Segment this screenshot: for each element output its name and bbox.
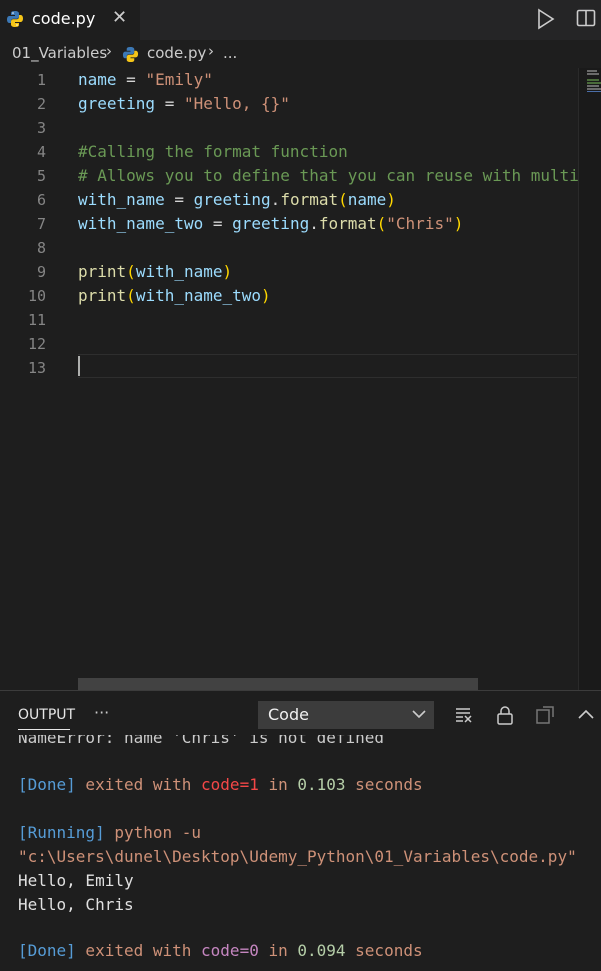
code-comment: #Calling the format function <box>78 142 348 161</box>
breadcrumb-folder[interactable]: 01_Variables <box>12 44 107 62</box>
code-comment: # Allows you to define that you can reus… <box>78 166 578 185</box>
output-channel-select[interactable]: Code <box>258 701 434 729</box>
minimap-line <box>587 73 599 75</box>
line-number: 1 <box>36 71 46 89</box>
close-icon[interactable]: ✕ <box>112 7 127 28</box>
minimap-line <box>587 79 599 81</box>
code-line: with_name_two = greeting.format("Chris") <box>78 214 464 233</box>
output-line: [Done] exited with code=1 in 0.103 secon… <box>18 775 423 794</box>
minimap-line <box>587 91 601 92</box>
code-line: name = "Emily" <box>78 70 213 89</box>
python-file-icon <box>122 46 139 63</box>
code-line: with_name = greeting.format(name) <box>78 190 396 209</box>
output-line: Hello, Emily <box>18 871 134 890</box>
line-number: 10 <box>27 287 46 305</box>
output-line: "c:\Users\dunel\Desktop\Udemy_Python\01_… <box>18 847 577 866</box>
line-number: 4 <box>36 143 46 161</box>
minimap[interactable] <box>578 68 601 690</box>
code-line: print(with_name) <box>78 262 233 281</box>
output-line: NameError: name 'Chris' is not defined <box>18 735 385 747</box>
horizontal-scrollbar[interactable] <box>78 678 478 690</box>
tab-output[interactable]: OUTPUT <box>18 707 75 723</box>
tab-title: code.py <box>32 9 96 28</box>
text-cursor <box>78 356 80 376</box>
more-actions-icon[interactable]: ··· <box>94 703 109 722</box>
minimap-line <box>587 85 599 87</box>
python-file-icon <box>7 11 23 27</box>
run-icon[interactable] <box>536 8 556 30</box>
lock-icon[interactable] <box>495 705 515 725</box>
breadcrumb-more[interactable]: ... <box>223 44 237 62</box>
clear-output-icon[interactable] <box>454 705 474 725</box>
output-line: Hello, Chris <box>18 895 134 914</box>
tab-bar: code.py ✕ <box>0 0 601 40</box>
active-tab-indicator <box>18 729 70 730</box>
line-number: 2 <box>36 95 46 113</box>
line-number: 11 <box>27 311 46 329</box>
output-channel-value: Code <box>268 705 309 724</box>
output-log[interactable]: NameError: name 'Chris' is not defined [… <box>0 735 601 971</box>
line-number: 13 <box>27 359 46 377</box>
line-number: 5 <box>36 167 46 185</box>
minimap-line <box>587 70 597 72</box>
breadcrumb: 01_Variables › code.py › ... <box>0 40 601 68</box>
chevron-right-icon: › <box>208 42 214 60</box>
line-number: 7 <box>36 215 46 233</box>
tab-code-py[interactable]: code.py ✕ <box>0 0 140 40</box>
line-number: 3 <box>36 119 46 137</box>
code-line: greeting = "Hello, {}" <box>78 94 290 113</box>
chevron-down-icon <box>412 710 426 719</box>
breadcrumb-file[interactable]: code.py <box>147 44 206 62</box>
open-output-icon[interactable] <box>535 705 555 725</box>
chevron-right-icon: › <box>106 42 112 60</box>
line-number: 6 <box>36 191 46 209</box>
output-line: [Running] python -u <box>18 823 202 842</box>
line-number: 9 <box>36 263 46 281</box>
output-line: [Done] exited with code=0 in 0.094 secon… <box>18 941 423 960</box>
chevron-up-icon[interactable] <box>576 705 596 725</box>
minimap-line <box>587 88 601 90</box>
line-number: 12 <box>27 335 46 353</box>
panel-header: OUTPUT ··· Code <box>0 691 601 735</box>
split-editor-icon[interactable] <box>576 8 596 28</box>
code-editor[interactable]: name = "Emily" greeting = "Hello, {}" #C… <box>78 68 578 678</box>
code-line: print(with_name_two) <box>78 286 271 305</box>
line-number: 8 <box>36 239 46 257</box>
minimap-line <box>587 82 601 84</box>
